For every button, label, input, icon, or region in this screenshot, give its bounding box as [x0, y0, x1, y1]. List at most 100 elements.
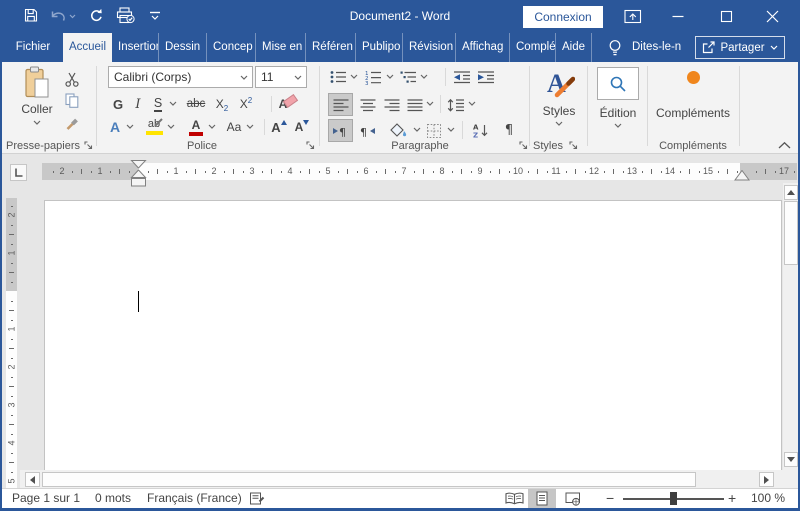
justify-button[interactable] — [404, 93, 425, 116]
numbering-chevron-icon[interactable] — [386, 74, 394, 79]
decrease-indent-button[interactable] — [452, 66, 472, 88]
rtl-direction-button[interactable]: ¶ — [357, 119, 378, 142]
align-right-button[interactable] — [381, 93, 402, 116]
tell-me-box[interactable]: Dites-le-n — [632, 33, 681, 62]
font-name-combo[interactable]: Calibri (Corps) — [108, 66, 253, 88]
shading-button[interactable] — [387, 119, 411, 142]
tab-references[interactable]: Référen — [306, 33, 356, 62]
right-indent-marker[interactable] — [734, 170, 750, 181]
pilcrow-button[interactable]: ¶ — [499, 119, 519, 142]
indent-markers[interactable] — [130, 160, 147, 187]
clear-formatting-button[interactable]: A — [276, 93, 300, 115]
close-button[interactable] — [765, 9, 780, 24]
change-case-chevron-icon[interactable] — [246, 124, 254, 129]
multilevel-list-chevron-icon[interactable] — [420, 74, 428, 79]
word-count[interactable]: 0 mots — [95, 489, 131, 508]
font-dialog-launcher[interactable] — [305, 140, 316, 151]
underline-chevron-icon[interactable] — [169, 101, 177, 106]
underline-button[interactable]: S — [150, 93, 166, 115]
tab-conception[interactable]: Concep — [207, 33, 256, 62]
clipboard-dialog-launcher[interactable] — [83, 140, 94, 151]
borders-button[interactable] — [422, 119, 445, 142]
proofing-icon[interactable] — [250, 492, 265, 506]
tab-aide[interactable]: Aide — [556, 33, 592, 62]
italic-button[interactable]: I — [131, 93, 145, 115]
change-case-button[interactable]: Aa — [223, 116, 245, 138]
scroll-left-button[interactable] — [25, 472, 40, 487]
zoom-out-button[interactable]: − — [606, 489, 614, 508]
scroll-up-button[interactable] — [784, 185, 798, 200]
justify-chevron-icon[interactable] — [426, 101, 434, 106]
horizontal-scrollbar[interactable] — [20, 470, 798, 488]
tab-publipostage[interactable]: Publipo — [356, 33, 403, 62]
cut-button[interactable] — [62, 70, 82, 88]
shrink-font-button[interactable]: A — [292, 116, 312, 138]
align-left-button[interactable] — [328, 93, 353, 116]
zoom-percentage[interactable]: 100 % — [751, 489, 785, 508]
align-center-button[interactable] — [357, 93, 378, 116]
increase-indent-button[interactable] — [476, 66, 496, 88]
font-color-chevron-icon[interactable] — [208, 124, 216, 129]
edition-button[interactable]: Édition — [589, 65, 647, 139]
vertical-ruler[interactable]: 1212345 — [6, 198, 17, 488]
strikethrough-button[interactable]: abc — [183, 93, 209, 115]
sort-button[interactable]: AZ — [468, 119, 492, 142]
multilevel-list-button[interactable] — [398, 66, 418, 88]
subscript-button[interactable]: X2 — [211, 93, 233, 115]
read-mode-button[interactable] — [502, 489, 526, 508]
line-spacing-button[interactable] — [445, 93, 467, 116]
styles-dialog-launcher[interactable] — [568, 140, 579, 151]
copy-button[interactable] — [62, 91, 82, 109]
numbering-button[interactable]: 123 — [363, 66, 383, 88]
tab-revision[interactable]: Révision — [403, 33, 456, 62]
minimize-button[interactable] — [672, 15, 684, 18]
bold-button[interactable]: G — [109, 93, 127, 115]
tab-complements[interactable]: Complé — [510, 33, 556, 62]
styles-button[interactable]: A Styles — [531, 65, 587, 139]
paragraph-dialog-launcher[interactable] — [518, 140, 529, 151]
highlight-button[interactable]: ab — [142, 116, 166, 138]
scroll-right-button[interactable] — [759, 472, 774, 487]
paste-button[interactable]: Coller — [10, 65, 64, 139]
complements-button[interactable]: Compléments — [648, 65, 738, 139]
lightbulb-icon[interactable] — [607, 39, 623, 57]
zoom-in-button[interactable]: + — [728, 489, 736, 508]
line-spacing-chevron-icon[interactable] — [468, 101, 476, 106]
tab-mise-en-page[interactable]: Mise en — [256, 33, 306, 62]
ribbon-display-options-icon[interactable] — [624, 9, 642, 24]
maximize-button[interactable] — [720, 10, 733, 23]
tab-stop-selector[interactable] — [10, 164, 27, 181]
document-page[interactable] — [44, 200, 782, 470]
highlight-chevron-icon[interactable] — [167, 124, 175, 129]
page-indicator[interactable]: Page 1 sur 1 — [12, 489, 80, 508]
vertical-scroll-thumb[interactable] — [784, 201, 798, 265]
web-layout-button[interactable] — [560, 489, 586, 508]
font-color-button[interactable]: A — [186, 116, 206, 138]
text-effects-chevron-icon[interactable] — [126, 124, 134, 129]
superscript-button[interactable]: X2 — [235, 93, 257, 115]
print-layout-button[interactable] — [528, 489, 556, 508]
bullets-chevron-icon[interactable] — [350, 74, 358, 79]
borders-chevron-icon[interactable] — [447, 127, 455, 132]
grow-font-button[interactable]: A — [269, 116, 289, 138]
vertical-scrollbar[interactable] — [783, 183, 798, 470]
share-button[interactable]: Partager — [695, 36, 785, 59]
text-effects-button[interactable]: A — [105, 116, 125, 138]
connexion-button[interactable]: Connexion — [523, 6, 603, 28]
horizontal-scroll-thumb[interactable] — [42, 472, 696, 487]
ltr-direction-button[interactable]: ¶ — [328, 119, 353, 142]
horizontal-ruler[interactable]: 1 2 1 2 3 4 5 6 7 8 9 10 11 12 13 14 15 17 — [42, 163, 797, 180]
collapse-ribbon-button[interactable] — [777, 141, 792, 150]
tab-dessin[interactable]: Dessin — [159, 33, 207, 62]
scroll-down-button[interactable] — [784, 452, 798, 467]
zoom-slider-handle[interactable] — [670, 492, 677, 505]
tab-affichage[interactable]: Affichag — [456, 33, 510, 62]
shading-chevron-icon[interactable] — [413, 127, 421, 132]
tab-insertion[interactable]: Insertion — [112, 33, 159, 62]
tab-fichier[interactable]: Fichier — [6, 33, 60, 62]
bullets-button[interactable] — [328, 66, 348, 88]
language-indicator[interactable]: Français (France) — [147, 489, 242, 508]
tab-accueil[interactable]: Accueil — [63, 33, 112, 62]
font-size-combo[interactable]: 11 — [255, 66, 307, 88]
format-painter-button[interactable] — [62, 114, 82, 132]
